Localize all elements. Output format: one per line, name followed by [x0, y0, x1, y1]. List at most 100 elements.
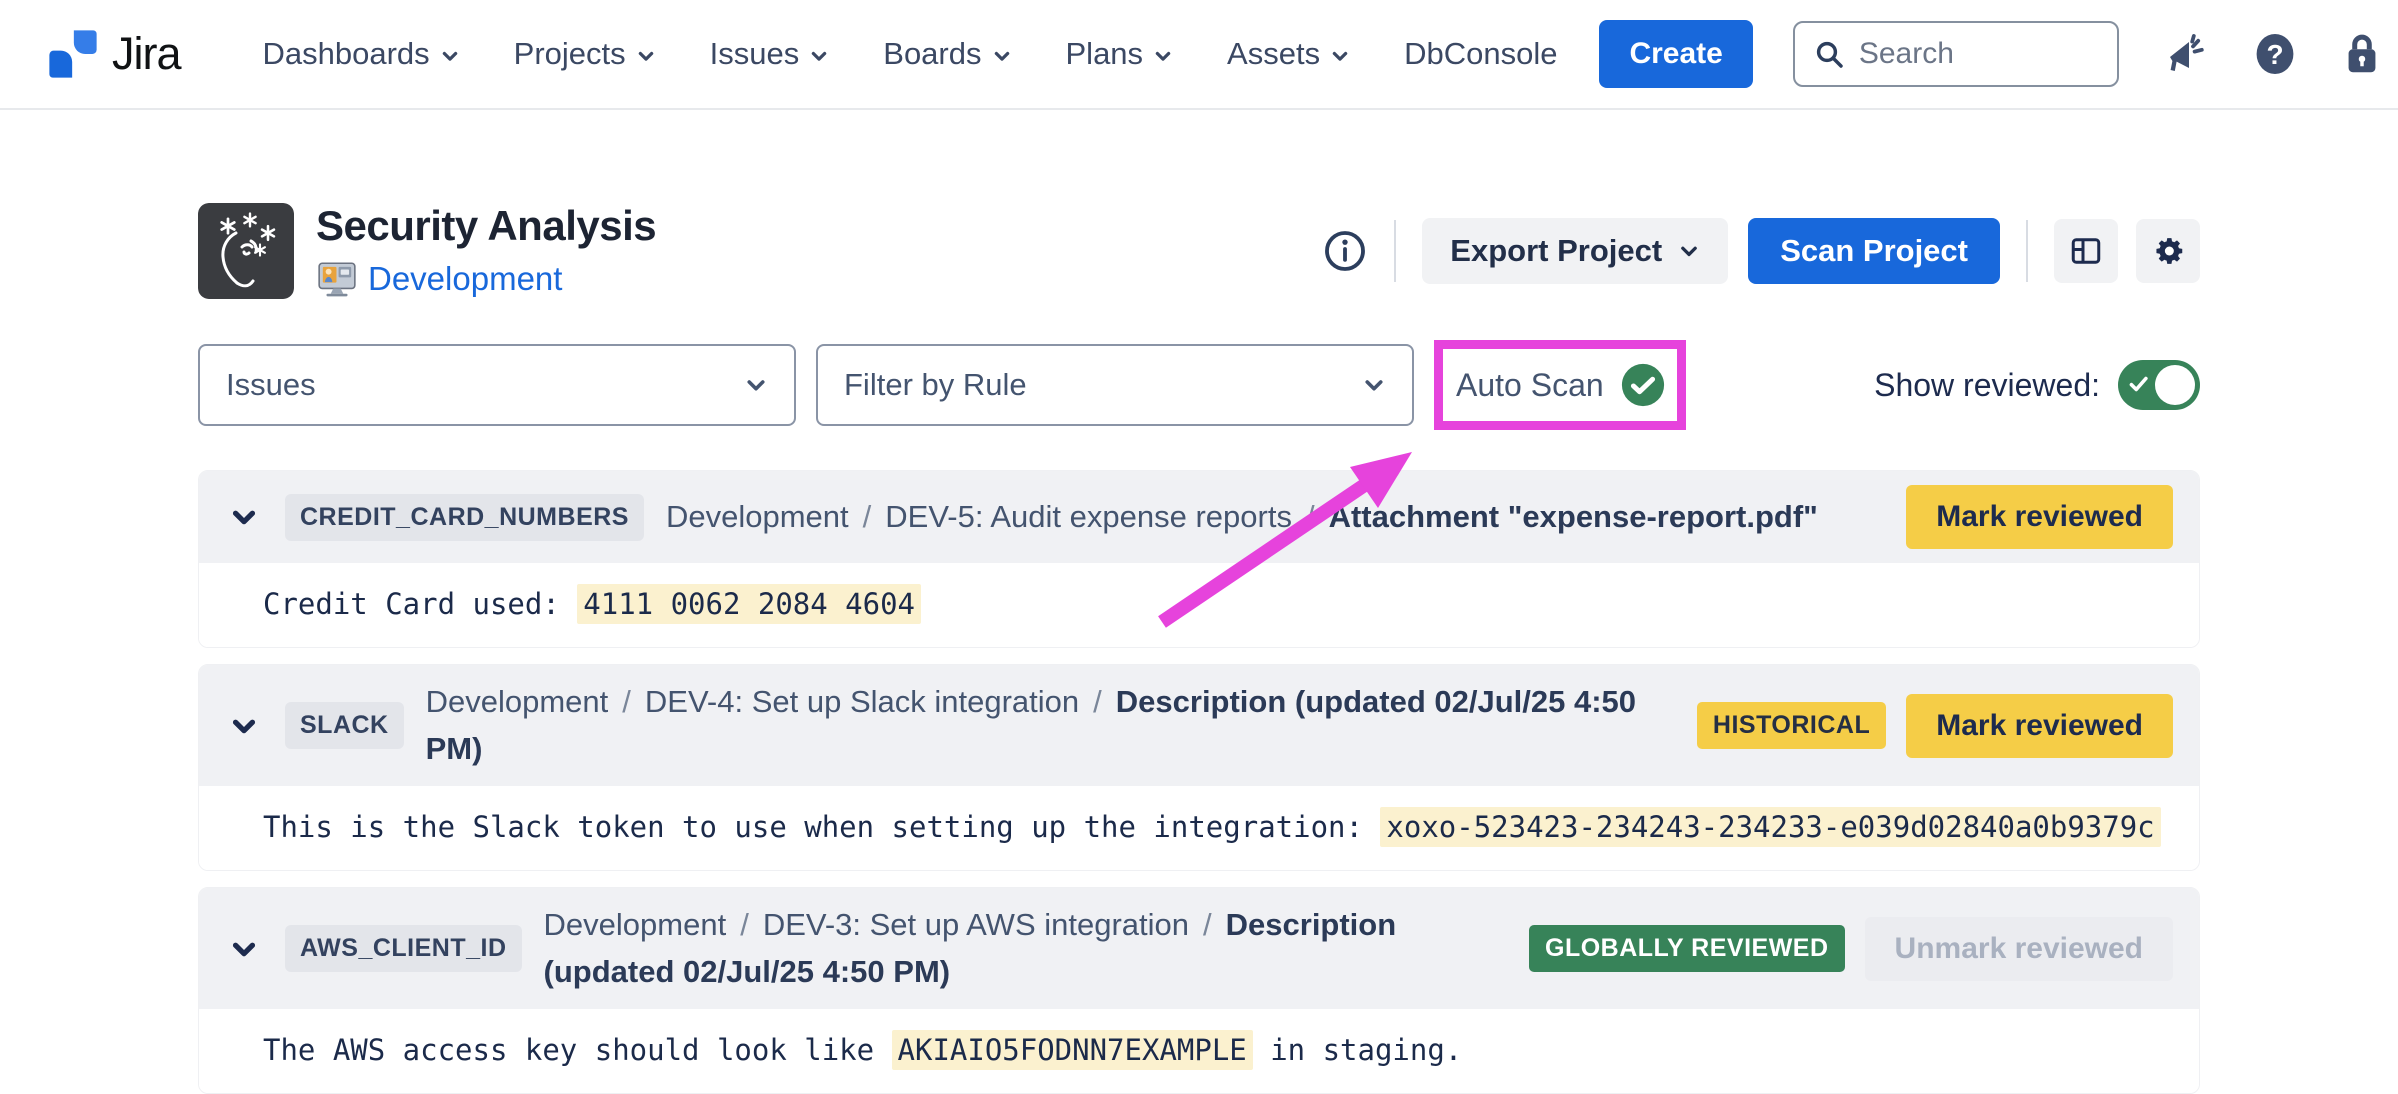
nav-item-assets[interactable]: Assets — [1227, 36, 1350, 72]
breadcrumb-segment[interactable]: DEV-4: Set up Slack integration — [645, 684, 1079, 719]
collapse-chevron-button[interactable] — [225, 930, 263, 968]
mark-reviewed-button[interactable]: Mark reviewed — [1906, 485, 2173, 549]
header-controls: Export Project Scan Project — [1322, 218, 2200, 284]
collapse-chevron-button[interactable] — [225, 707, 263, 745]
show-reviewed-control: Show reviewed: — [1874, 360, 2200, 410]
gear-icon — [2150, 233, 2186, 269]
breadcrumb-separator: / — [1093, 684, 1102, 719]
top-navigation: Jira Dashboards Projects Issues Boards Plans… — [0, 0, 2398, 110]
breadcrumb-separator: / — [622, 684, 631, 719]
finding-actions: GLOBALLY REVIEWED Unmark reviewed — [1529, 917, 2173, 981]
breadcrumb-segment[interactable]: Development — [666, 499, 849, 534]
layout-panel-button[interactable] — [2054, 219, 2118, 283]
finding-header: SLACK Development / DEV-4: Set up Slack in… — [199, 665, 2199, 786]
finding-card: CREDIT_CARD_NUMBERS Development / DEV-5: A… — [198, 470, 2200, 648]
logo-text: Jira — [112, 28, 181, 80]
breadcrumb-segment[interactable]: DEV-5: Audit expense reports — [885, 499, 1292, 534]
breadcrumb-segment[interactable]: Development — [426, 684, 609, 719]
filter-row: Issues Filter by Rule Auto Scan Show rev… — [198, 344, 2200, 426]
chevron-down-icon — [1330, 46, 1350, 66]
nav-item-projects[interactable]: Projects — [514, 36, 656, 72]
chevron-down-icon — [744, 373, 768, 397]
chevron-down-icon — [992, 46, 1012, 66]
finding-content: The AWS access key should look like AKIA… — [199, 1009, 2199, 1093]
chevron-down-icon — [229, 934, 259, 964]
chevron-down-icon — [1362, 373, 1386, 397]
breadcrumb-separator: / — [1306, 499, 1315, 534]
rule-filter-select[interactable]: Filter by Rule — [816, 344, 1414, 426]
create-button[interactable]: Create — [1599, 20, 1752, 88]
finding-card: AWS_CLIENT_ID Development / DEV-3: Set up … — [198, 887, 2200, 1094]
nav-item-dbconsole[interactable]: DbConsole — [1404, 36, 1557, 72]
main-content: Security Analysis Development — [0, 202, 2398, 1094]
svg-text:?: ? — [2266, 39, 2283, 70]
chevron-down-icon — [229, 711, 259, 741]
finding-actions: HISTORICAL Mark reviewed — [1697, 694, 2173, 758]
chevron-down-icon — [440, 46, 460, 66]
project-avatar-icon — [316, 258, 358, 300]
status-badge: GLOBALLY REVIEWED — [1529, 925, 1845, 972]
help-icon[interactable]: ? — [2251, 30, 2299, 78]
finding-location: Attachment "expense-report.pdf" — [1329, 499, 1818, 534]
finding-actions: Mark reviewed — [1906, 485, 2173, 549]
nav-item-plans[interactable]: Plans — [1066, 36, 1174, 72]
nav-item-dashboards[interactable]: Dashboards — [263, 36, 460, 72]
breadcrumb-separator: / — [1203, 907, 1212, 942]
breadcrumb-separator: / — [740, 907, 749, 942]
search-box[interactable] — [1793, 21, 2119, 87]
announcement-icon[interactable] — [2163, 30, 2211, 78]
unmark-reviewed-button[interactable]: Unmark reviewed — [1865, 917, 2173, 981]
page-header: Security Analysis Development — [198, 202, 2200, 300]
export-project-button[interactable]: Export Project — [1422, 218, 1728, 284]
toggle-knob — [2155, 365, 2195, 405]
info-icon[interactable] — [1322, 228, 1368, 274]
finding-content: Credit Card used: 4111 0062 2084 4604 — [199, 563, 2199, 647]
nav-item-issues[interactable]: Issues — [710, 36, 830, 72]
breadcrumb: Development / DEV-4: Set up Slack integrat… — [426, 679, 1665, 772]
rule-badge: CREDIT_CARD_NUMBERS — [285, 494, 644, 541]
rule-badge: SLACK — [285, 702, 404, 749]
project-link[interactable]: Development — [368, 260, 562, 298]
rule-badge: AWS_CLIENT_ID — [285, 925, 522, 972]
secret-highlight: AKIAIO5FODNN7EXAMPLE — [892, 1030, 1253, 1070]
lock-icon[interactable] — [2339, 30, 2385, 78]
secret-highlight: xoxo-523423-234243-234233-e039d02840a0b9… — [1380, 807, 2160, 847]
jira-logo[interactable]: Jira — [46, 27, 181, 81]
breadcrumb-segment[interactable]: Development — [544, 907, 727, 942]
finding-content: This is the Slack token to use when sett… — [199, 786, 2199, 870]
auto-scan-indicator[interactable]: Auto Scan — [1450, 344, 1672, 426]
search-icon — [1813, 38, 1845, 70]
chevron-down-icon — [229, 502, 259, 532]
layout-icon — [2068, 233, 2104, 269]
scope-select[interactable]: Issues — [198, 344, 796, 426]
nav-right-icons: ? — [2163, 28, 2398, 80]
check-circle-icon — [1620, 362, 1666, 408]
breadcrumb-segment[interactable]: DEV-3: Set up AWS integration — [763, 907, 1189, 942]
page-title: Security Analysis — [316, 202, 656, 250]
chevron-down-icon — [1678, 240, 1700, 262]
finding-header: AWS_CLIENT_ID Development / DEV-3: Set up … — [199, 888, 2199, 1009]
chevron-down-icon — [809, 46, 829, 66]
breadcrumb: Development / DEV-3: Set up AWS integratio… — [544, 902, 1497, 995]
search-input[interactable] — [1859, 37, 2099, 71]
show-reviewed-toggle[interactable] — [2118, 360, 2200, 410]
app-icon — [198, 203, 294, 299]
page-settings-button[interactable] — [2136, 219, 2200, 283]
breadcrumb: Development / DEV-5: Audit expense reports… — [666, 494, 1874, 541]
mark-reviewed-button[interactable]: Mark reviewed — [1906, 694, 2173, 758]
chevron-down-icon — [1153, 46, 1173, 66]
breadcrumb-separator: / — [863, 499, 872, 534]
collapse-chevron-button[interactable] — [225, 498, 263, 536]
secret-highlight: 4111 0062 2084 4604 — [577, 584, 921, 624]
divider — [1394, 220, 1396, 282]
status-badge: HISTORICAL — [1697, 702, 1886, 749]
show-reviewed-label: Show reviewed: — [1874, 367, 2100, 404]
divider — [2026, 220, 2028, 282]
jira-logo-icon — [46, 27, 100, 81]
finding-card: SLACK Development / DEV-4: Set up Slack in… — [198, 664, 2200, 871]
main-menu: Dashboards Projects Issues Boards Plans Asset… — [263, 36, 1558, 72]
chevron-down-icon — [636, 46, 656, 66]
scan-project-button[interactable]: Scan Project — [1748, 218, 2000, 284]
nav-item-boards[interactable]: Boards — [883, 36, 1011, 72]
check-icon — [2128, 373, 2150, 395]
